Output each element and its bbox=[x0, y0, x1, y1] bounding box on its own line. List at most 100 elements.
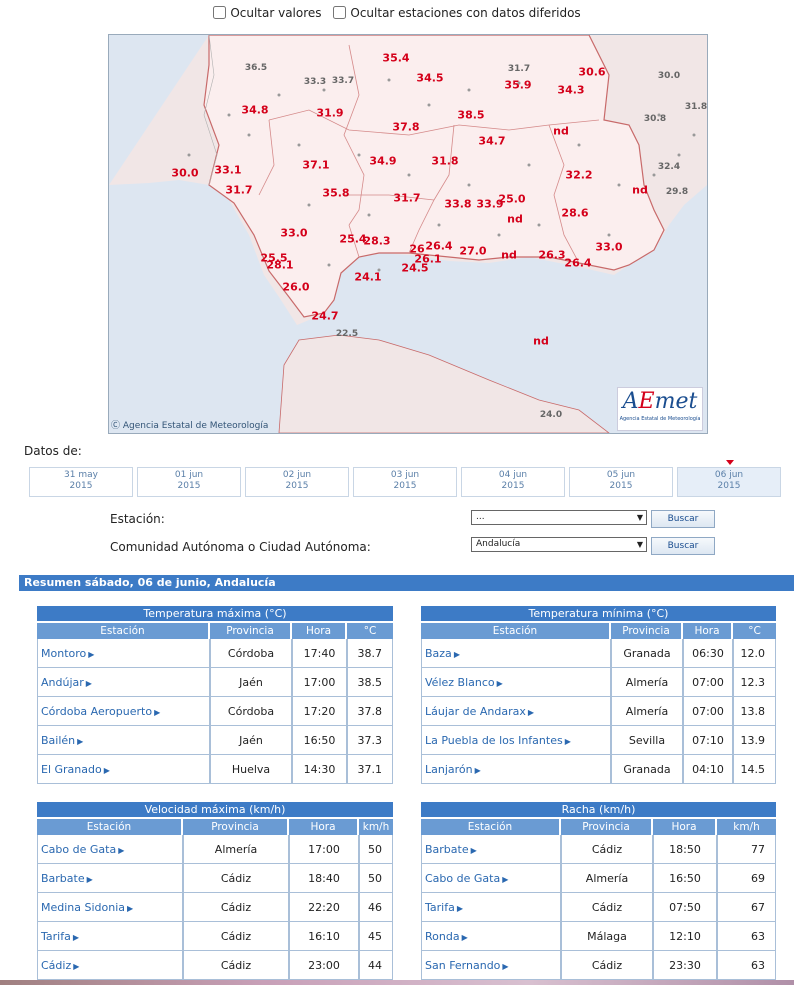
station-link[interactable]: Montoro ▶ bbox=[37, 639, 210, 668]
map-value-label[interactable]: 27.0 bbox=[459, 245, 486, 258]
map-value-label-outside[interactable]: 22.5 bbox=[336, 329, 358, 339]
date-cell-3[interactable]: 03 jun 2015 bbox=[353, 467, 457, 497]
map-value-label[interactable]: 31.7 bbox=[225, 184, 252, 197]
station-link[interactable]: La Puebla de los Infantes ▶ bbox=[421, 726, 611, 755]
map-value-label-outside[interactable]: 36.5 bbox=[245, 63, 267, 73]
value-cell: 69 bbox=[717, 864, 776, 893]
map-value-label[interactable]: nd bbox=[533, 335, 549, 348]
map-value-label[interactable]: 26.0 bbox=[282, 281, 309, 294]
hide-values-option[interactable]: Ocultar valores bbox=[213, 6, 322, 20]
map-options: Ocultar valores Ocultar estaciones con d… bbox=[0, 6, 794, 21]
date-cell-2[interactable]: 02 jun 2015 bbox=[245, 467, 349, 497]
map-value-label[interactable]: 33.1 bbox=[214, 164, 241, 177]
map-value-label[interactable]: 37.1 bbox=[302, 159, 329, 172]
province-cell: Almería bbox=[561, 864, 653, 893]
map-value-label-outside[interactable]: 32.4 bbox=[658, 162, 680, 172]
map-value-label[interactable]: 28.3 bbox=[363, 235, 390, 248]
map-value-label[interactable]: 34.3 bbox=[557, 84, 584, 97]
hide-deferred-option[interactable]: Ocultar estaciones con datos diferidos bbox=[333, 6, 581, 20]
table-title: Racha (km/h) bbox=[421, 802, 776, 817]
date-year: 2015 bbox=[609, 481, 633, 491]
map-value-label[interactable]: 33.0 bbox=[280, 227, 307, 240]
station-link[interactable]: Barbate ▶ bbox=[421, 835, 561, 864]
column-header: Provincia bbox=[611, 623, 683, 639]
station-link[interactable]: Tarifa ▶ bbox=[421, 893, 561, 922]
map-value-label[interactable]: 26.4 bbox=[564, 257, 591, 270]
map-value-label-outside[interactable]: 33.7 bbox=[332, 76, 354, 86]
station-link[interactable]: El Granado ▶ bbox=[37, 755, 210, 784]
map-value-label[interactable]: 35.4 bbox=[382, 52, 409, 65]
map-value-label[interactable]: nd bbox=[501, 249, 517, 262]
date-cell-0[interactable]: 31 may 2015 bbox=[29, 467, 133, 497]
station-link[interactable]: Baza ▶ bbox=[421, 639, 611, 668]
map-value-label[interactable]: 34.5 bbox=[416, 72, 443, 85]
map-value-label[interactable]: 24.1 bbox=[354, 271, 381, 284]
station-link[interactable]: San Fernando ▶ bbox=[421, 951, 561, 980]
temperature-map[interactable]: 35.4 34.5 35.9 30.6 34.3 34.8 31.9 37.8 38.5 34.7… bbox=[108, 34, 708, 434]
station-link[interactable]: Lanjarón ▶ bbox=[421, 755, 611, 784]
station-link[interactable]: Bailén ▶ bbox=[37, 726, 210, 755]
map-value-label-outside[interactable]: 24.0 bbox=[540, 410, 562, 420]
column-header: Provincia bbox=[183, 819, 289, 835]
date-cell-4[interactable]: 04 jun 2015 bbox=[461, 467, 565, 497]
station-link[interactable]: Medina Sidonia ▶ bbox=[37, 893, 183, 922]
map-value-label[interactable]: 35.8 bbox=[322, 187, 349, 200]
ccaa-search-button[interactable]: Buscar bbox=[651, 537, 715, 555]
selected-date-marker-icon bbox=[726, 460, 734, 465]
map-value-label[interactable]: 24.7 bbox=[311, 310, 338, 323]
map-value-label[interactable]: 30.0 bbox=[171, 167, 198, 180]
map-value-label[interactable]: 26 bbox=[409, 243, 424, 256]
map-value-label[interactable]: 35.9 bbox=[504, 79, 531, 92]
map-value-label[interactable]: 34.7 bbox=[478, 135, 505, 148]
date-cell-6[interactable]: 06 jun 2015 bbox=[677, 460, 781, 497]
wind-table: Velocidad máxima (km/h) Estación Provincia… bbox=[37, 802, 393, 980]
province-cell: Cádiz bbox=[183, 893, 289, 922]
station-link[interactable]: Ronda ▶ bbox=[421, 922, 561, 951]
map-value-label-outside[interactable]: 29.8 bbox=[666, 187, 688, 197]
map-value-label[interactable]: 33.0 bbox=[595, 241, 622, 254]
map-value-label-outside[interactable]: 30.0 bbox=[658, 71, 680, 81]
station-link[interactable]: Cádiz ▶ bbox=[37, 951, 183, 980]
map-value-label[interactable]: 31.8 bbox=[431, 155, 458, 168]
map-value-label[interactable]: 28.1 bbox=[266, 259, 293, 272]
hide-values-checkbox[interactable] bbox=[213, 6, 227, 19]
ccaa-select[interactable]: Andalucía ▼ bbox=[471, 537, 647, 552]
map-copyright: Ⓒ Agencia Estatal de Meteorología bbox=[111, 421, 269, 431]
station-link[interactable]: Cabo de Gata ▶ bbox=[421, 864, 561, 893]
station-link[interactable]: Barbate ▶ bbox=[37, 864, 183, 893]
hide-deferred-checkbox[interactable] bbox=[333, 6, 347, 19]
time-cell: 16:50 bbox=[292, 726, 347, 755]
station-link[interactable]: Láujar de Andarax ▶ bbox=[421, 697, 611, 726]
map-value-label[interactable]: 30.6 bbox=[578, 66, 605, 79]
table-title: Velocidad máxima (km/h) bbox=[37, 802, 393, 817]
station-link[interactable]: Tarifa ▶ bbox=[37, 922, 183, 951]
map-value-label[interactable]: 26.3 bbox=[538, 249, 565, 262]
map-value-label[interactable]: 28.6 bbox=[561, 207, 588, 220]
map-value-label[interactable]: nd bbox=[632, 184, 648, 197]
station-select[interactable]: ... ▼ bbox=[471, 510, 647, 525]
map-value-label[interactable]: 33.9 bbox=[476, 198, 503, 211]
station-link[interactable]: Andújar ▶ bbox=[37, 668, 210, 697]
date-cell-1[interactable]: 01 jun 2015 bbox=[137, 467, 241, 497]
map-value-label[interactable]: 26.4 bbox=[425, 240, 452, 253]
map-value-label[interactable]: 38.5 bbox=[457, 109, 484, 122]
map-value-label[interactable]: 32.2 bbox=[565, 169, 592, 182]
map-value-label[interactable]: 33.8 bbox=[444, 198, 471, 211]
map-value-label[interactable]: 24.5 bbox=[401, 262, 428, 275]
map-value-label-outside[interactable]: 33.3 bbox=[304, 77, 326, 87]
map-value-label[interactable]: nd bbox=[553, 125, 569, 138]
map-value-label[interactable]: 31.9 bbox=[316, 107, 343, 120]
station-link[interactable]: Vélez Blanco ▶ bbox=[421, 668, 611, 697]
map-value-label-outside[interactable]: 30.8 bbox=[644, 114, 666, 124]
map-value-label[interactable]: 37.8 bbox=[392, 121, 419, 134]
map-value-label-outside[interactable]: 31.7 bbox=[508, 64, 530, 74]
map-value-label-outside[interactable]: 31.8 bbox=[685, 102, 707, 112]
station-link[interactable]: Cabo de Gata ▶ bbox=[37, 835, 183, 864]
date-cell-5[interactable]: 05 jun 2015 bbox=[569, 467, 673, 497]
station-search-button[interactable]: Buscar bbox=[651, 510, 715, 528]
station-link[interactable]: Córdoba Aeropuerto ▶ bbox=[37, 697, 210, 726]
map-value-label[interactable]: 34.8 bbox=[241, 104, 268, 117]
map-value-label[interactable]: nd bbox=[507, 213, 523, 226]
map-value-label[interactable]: 31.7 bbox=[393, 192, 420, 205]
map-value-label[interactable]: 34.9 bbox=[369, 155, 396, 168]
